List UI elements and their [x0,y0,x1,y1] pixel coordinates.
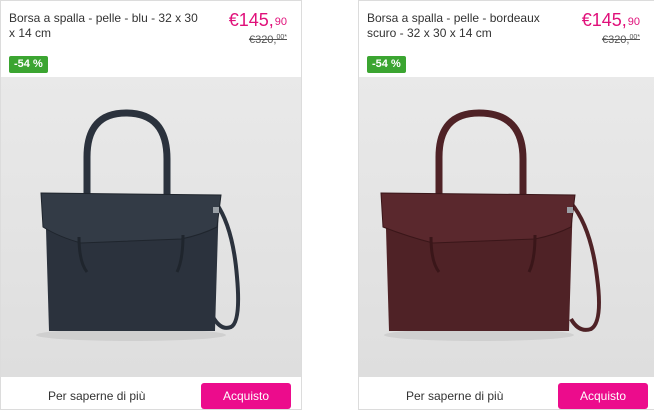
old-price-cents: 00* [276,34,287,41]
buy-button[interactable]: Acquisto [201,383,291,409]
price-main: €145, [581,10,627,30]
more-info-link[interactable]: Per saperne di più [406,389,503,403]
product-card[interactable]: Borsa a spalla - pelle - bordeaux scuro … [358,0,654,410]
price-cents: 90 [274,16,287,28]
old-price-main: €320, [248,34,277,46]
handbag-image [36,109,241,341]
old-price-cents: 00* [629,34,640,41]
old-price: €320,00* [249,34,287,46]
product-title[interactable]: Borsa a spalla - pelle - blu - 32 x 30 x… [9,11,199,41]
price-main: €145, [228,10,274,30]
product-price: €145,90 [582,9,640,31]
old-price: €320,00* [602,34,640,46]
product-image[interactable] [359,77,654,377]
discount-badge: -54 % [367,56,406,73]
product-title[interactable]: Borsa a spalla - pelle - bordeaux scuro … [367,11,557,41]
more-info-link[interactable]: Per saperne di più [48,389,145,403]
product-image[interactable] [1,77,301,377]
buy-button[interactable]: Acquisto [558,383,648,409]
price-cents: 90 [627,16,640,28]
product-card[interactable]: Borsa a spalla - pelle - blu - 32 x 30 x… [0,0,302,410]
discount-badge: -54 % [9,56,48,73]
handbag-image [380,109,601,341]
product-price: €145,90 [229,9,287,31]
old-price-main: €320, [601,34,630,46]
